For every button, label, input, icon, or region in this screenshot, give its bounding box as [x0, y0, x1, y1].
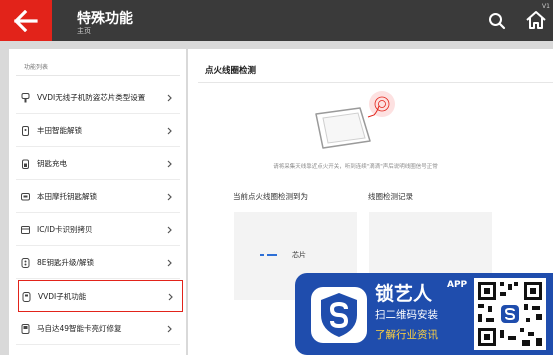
sidebar-item-label: 丰田智能解锁	[37, 126, 82, 135]
key-icon	[21, 93, 30, 103]
chevron-right-icon	[167, 259, 172, 267]
back-button[interactable]	[0, 0, 52, 41]
sidebar-item-label: VVDI无线子机防盗芯片类型设置	[37, 93, 146, 102]
sidebar-item-honda-moto-unlock[interactable]: 本田摩托钥匙解锁	[16, 181, 180, 213]
upgrade-key-icon	[21, 258, 30, 268]
qr-code-icon	[478, 282, 542, 346]
chevron-right-icon	[168, 293, 173, 301]
device-coil-illustration	[315, 91, 395, 149]
chevron-right-icon	[167, 94, 172, 102]
promo-banner[interactable]: 锁艺人 APP 扫二维码安装 了解行业资讯	[295, 273, 553, 355]
shield-logo-icon	[321, 293, 357, 337]
sidebar-item-label: 钥匙充电	[37, 159, 67, 168]
sidebar-item-mazda-49-repair[interactable]: 马自达49智能卡亮灯修复	[16, 313, 180, 345]
chevron-right-icon	[167, 193, 172, 201]
home-icon[interactable]	[525, 10, 547, 30]
function-list-sidebar: 功能列表 VVDI无线子机防盗芯片类型设置 丰田智能解锁 钥匙充电 本田摩托钥匙…	[9, 49, 186, 355]
brand-name: 锁艺人	[375, 283, 433, 305]
sub-key-icon	[22, 292, 31, 302]
sidebar-item-key-charging[interactable]: 钥匙充电	[16, 148, 180, 180]
sidebar-item-label: IC/ID卡识别拷贝	[37, 225, 93, 234]
brand-logo	[311, 287, 367, 343]
card-icon	[21, 226, 30, 234]
smart-card-icon	[21, 324, 30, 334]
version-label: V1	[542, 3, 550, 10]
app-header: 特殊功能 主页 V1	[0, 0, 553, 41]
sidebar-item-vvdi-chip-type[interactable]: VVDI无线子机防盗芯片类型设置	[16, 82, 180, 114]
search-icon[interactable]	[487, 11, 507, 31]
sidebar-caption: 功能列表	[24, 64, 49, 71]
panel-divider	[198, 82, 553, 83]
sidebar-item-label: 本田摩托钥匙解锁	[37, 192, 97, 201]
chevron-right-icon	[167, 160, 172, 168]
sidebar-item-ic-id-card-copy[interactable]: IC/ID卡识别拷贝	[16, 214, 180, 246]
promo-line-install: 扫二维码安装	[375, 309, 438, 321]
instruction-hint: 请将采集天线靠近点火开关，听到连续"滴滴"声后说明线圈信号正常	[273, 164, 438, 170]
chip-type-label: 芯片	[292, 251, 306, 259]
smart-key-icon	[22, 126, 29, 136]
sidebar-item-vvdi-sub-key[interactable]: VVDI子机功能	[18, 280, 183, 312]
sidebar-divider	[16, 75, 180, 76]
chevron-right-icon	[167, 325, 172, 333]
panel-title: 点火线圈检测	[205, 66, 257, 76]
sidebar-item-8e-key-upgrade[interactable]: 8E钥匙升级/解锁	[16, 247, 180, 279]
chip-placeholder-dash	[267, 254, 277, 256]
chevron-right-icon	[167, 226, 172, 234]
remote-key-icon	[21, 193, 30, 201]
battery-key-icon	[22, 159, 29, 169]
arrow-left-icon	[14, 10, 38, 32]
qr-code[interactable]	[474, 278, 546, 350]
breadcrumb[interactable]: 主页	[77, 26, 91, 36]
detected-label: 当前点火线圈检测到为	[233, 192, 308, 201]
chevron-right-icon	[167, 127, 172, 135]
promo-line-news: 了解行业资讯	[375, 329, 438, 341]
sidebar-item-toyota-unlock[interactable]: 丰田智能解锁	[16, 115, 180, 147]
sidebar-item-label: VVDI子机功能	[38, 292, 87, 301]
sidebar-item-label: 马自达49智能卡亮灯修复	[37, 324, 122, 333]
page-title: 特殊功能	[77, 11, 133, 27]
chip-placeholder-dash	[260, 254, 264, 256]
sidebar-item-label: 8E钥匙升级/解锁	[37, 258, 95, 267]
app-tag: APP	[447, 280, 468, 290]
record-label: 线圈检测记录	[368, 192, 413, 201]
